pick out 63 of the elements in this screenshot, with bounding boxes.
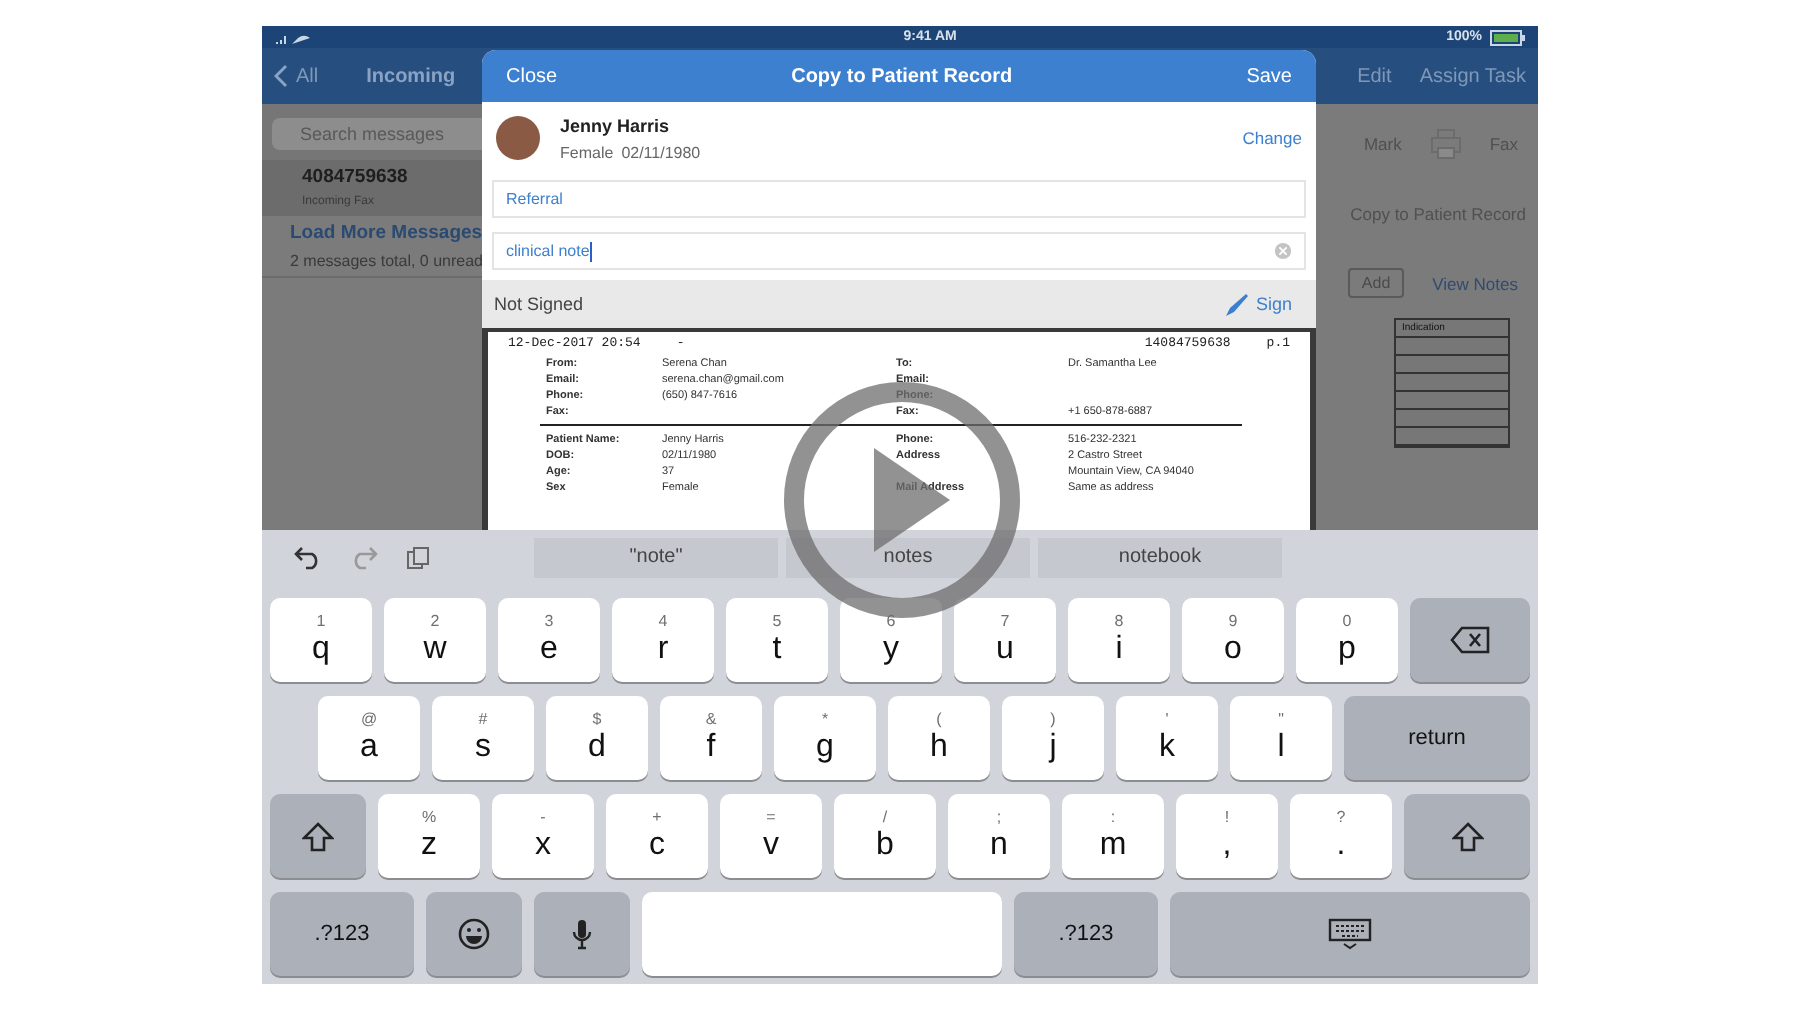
letter-key[interactable]: 5 t	[726, 598, 828, 682]
letter-key[interactable]: 9 o	[1182, 598, 1284, 682]
suggestion[interactable]: notebook	[1038, 537, 1282, 577]
patient-name: Jenny Harris	[560, 115, 672, 135]
avatar	[496, 116, 540, 160]
backspace-icon	[1450, 626, 1490, 654]
letter-key[interactable]: = v	[720, 794, 822, 878]
microphone-icon	[572, 918, 592, 950]
play-button-overlay[interactable]	[784, 382, 1020, 618]
letter-key[interactable]: # s	[432, 696, 534, 780]
shift-icon	[302, 821, 334, 851]
save-button[interactable]: Save	[1246, 65, 1292, 87]
letter-key[interactable]: : m	[1062, 794, 1164, 878]
message-title: Load More Messages	[290, 222, 483, 244]
return-key[interactable]: return	[1344, 696, 1530, 780]
letter-key[interactable]: - x	[492, 794, 594, 878]
letter-key[interactable]: / b	[834, 794, 936, 878]
modal-title: Copy to Patient Record	[791, 65, 1013, 87]
letter-key[interactable]: ( h	[888, 696, 990, 780]
letter-key[interactable]: % z	[378, 794, 480, 878]
change-link[interactable]: Change	[1242, 128, 1302, 148]
backspace-key[interactable]	[1410, 598, 1530, 682]
paste-icon[interactable]	[406, 545, 430, 569]
undo-icon[interactable]	[294, 545, 322, 569]
smiley-icon	[458, 918, 490, 950]
numbers-key[interactable]: .?123	[1014, 892, 1158, 976]
letter-key[interactable]: $ d	[546, 696, 648, 780]
letter-key[interactable]: " l	[1230, 696, 1332, 780]
letter-key[interactable]: 0 p	[1296, 598, 1398, 682]
chevron-icon	[274, 64, 288, 88]
field-value: Referral	[506, 190, 563, 208]
signature-status: Not Signed	[494, 294, 584, 314]
dictation-key[interactable]	[534, 892, 630, 976]
text-field[interactable]: Referral	[492, 180, 1306, 218]
letter-key[interactable]: 8 i	[1068, 598, 1170, 682]
letter-key[interactable]: ! ,	[1176, 794, 1278, 878]
numbers-key[interactable]: .?123	[270, 892, 414, 976]
letter-key[interactable]: * g	[774, 696, 876, 780]
text-field[interactable]: clinical note	[492, 232, 1306, 270]
letter-key[interactable]: ? .	[1290, 794, 1392, 878]
letter-key[interactable]: 2 w	[384, 598, 486, 682]
letter-key[interactable]: ' k	[1116, 696, 1218, 780]
letter-key[interactable]: @ a	[318, 696, 420, 780]
letter-key[interactable]: + c	[606, 794, 708, 878]
suggestion[interactable]: "note"	[534, 537, 778, 577]
emoji-key[interactable]	[426, 892, 522, 976]
shift-key[interactable]	[270, 794, 366, 878]
battery-icon	[1490, 29, 1526, 45]
letter-key[interactable]: & f	[660, 696, 762, 780]
nav-title: Incoming	[366, 65, 456, 87]
shift-icon	[1451, 821, 1483, 851]
message-title: 4084759638	[302, 166, 408, 188]
letter-key[interactable]: ) j	[1002, 696, 1104, 780]
letter-key[interactable]: 3 e	[498, 598, 600, 682]
letter-key[interactable]: 7 u	[954, 598, 1056, 682]
keyboard-icon	[1328, 918, 1372, 950]
field-value: clinical note	[506, 241, 592, 261]
pen-icon	[1223, 291, 1250, 317]
letter-key[interactable]: ; n	[948, 794, 1050, 878]
letter-key[interactable]: 4 r	[612, 598, 714, 682]
letter-key[interactable]: 1 q	[270, 598, 372, 682]
close-button[interactable]: Close	[506, 65, 558, 87]
message-subtitle: 2 messages total, 0 unread	[290, 252, 484, 270]
